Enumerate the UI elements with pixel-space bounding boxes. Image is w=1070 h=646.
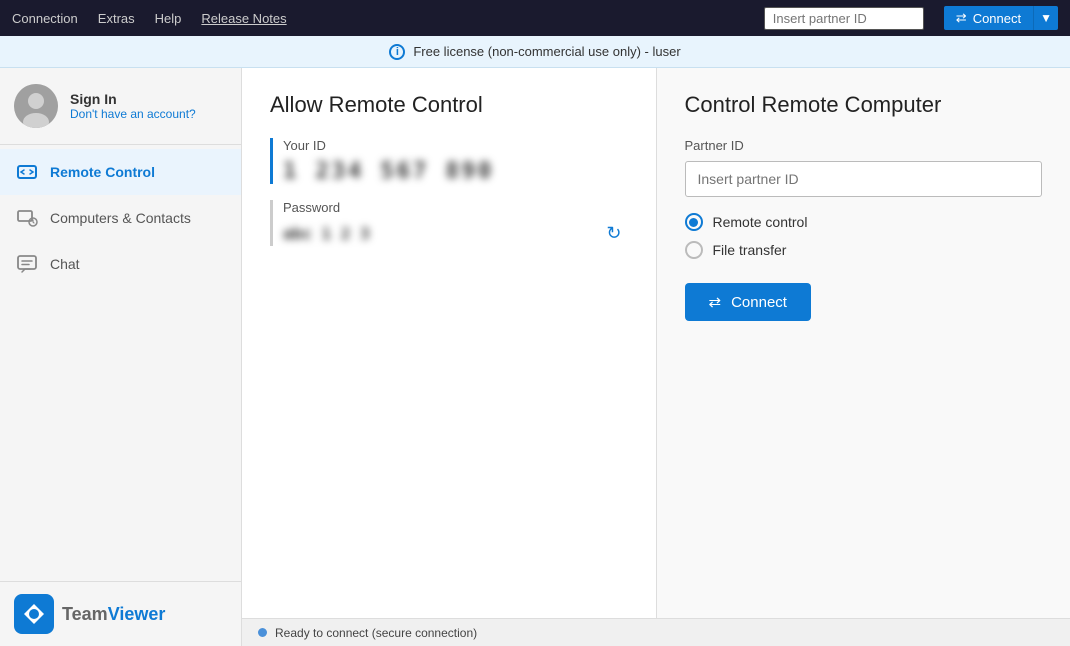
chat-icon (16, 253, 38, 275)
your-id-section: Your ID 1 234 567 890 (270, 138, 628, 184)
panels: Allow Remote Control Your ID 1 234 567 8… (242, 68, 1070, 618)
menu-extras[interactable]: Extras (98, 11, 135, 26)
radio-remote-control-circle (685, 213, 703, 231)
menu-help[interactable]: Help (155, 11, 182, 26)
no-account-text[interactable]: Don't have an account? (70, 107, 196, 121)
partner-id-label: Partner ID (685, 138, 1043, 153)
computers-contacts-icon (16, 207, 38, 229)
connect-arrow-icon: ⇄ (709, 293, 722, 311)
password-value: abc 1 2 3 (283, 224, 370, 243)
status-dot (258, 628, 267, 637)
your-id-value: 1 234 567 890 (283, 159, 628, 184)
password-label: Password (283, 200, 628, 215)
your-id-label: Your ID (283, 138, 628, 153)
sidebar: Sign In Don't have an account? Remote Co… (0, 68, 242, 646)
control-remote-computer-panel: Control Remote Computer Partner ID Remot… (657, 68, 1070, 618)
allow-remote-control-panel: Allow Remote Control Your ID 1 234 567 8… (242, 68, 657, 618)
remote-control-icon (16, 161, 38, 183)
logo-team: Team (62, 604, 108, 624)
header-connect-button[interactable]: ⇄ Connect (944, 6, 1033, 30)
radio-remote-control-label: Remote control (713, 214, 808, 230)
connect-button[interactable]: ⇄ Connect (685, 283, 811, 321)
header-connect-arrow-icon: ⇄ (956, 10, 967, 26)
connection-type-group: Remote control File transfer (685, 213, 1043, 259)
partner-id-input[interactable] (685, 161, 1043, 197)
header-partner-id-input[interactable] (764, 7, 924, 30)
profile-text: Sign In Don't have an account? (70, 91, 196, 121)
radio-file-transfer-label: File transfer (713, 242, 787, 258)
avatar (14, 84, 58, 128)
info-icon: i (389, 44, 405, 60)
status-bar: Ready to connect (secure connection) (242, 618, 1070, 646)
sidebar-item-chat[interactable]: Chat (0, 241, 241, 287)
password-inner: abc 1 2 3 ↻ (283, 221, 628, 246)
header-connect-group: ⇄ Connect ▼ (944, 6, 1058, 30)
password-section: Password abc 1 2 3 ↻ (270, 200, 628, 246)
radio-file-transfer-circle (685, 241, 703, 259)
main-layout: Sign In Don't have an account? Remote Co… (0, 68, 1070, 646)
sidebar-profile: Sign In Don't have an account? (0, 68, 241, 145)
radio-remote-control[interactable]: Remote control (685, 213, 1043, 231)
sidebar-item-remote-control[interactable]: Remote Control (0, 149, 241, 195)
remote-control-label: Remote Control (50, 164, 155, 180)
connect-label: Connect (731, 294, 787, 311)
sidebar-nav: Remote Control Computers & Contacts (0, 145, 241, 287)
license-text: Free license (non-commercial use only) -… (413, 44, 680, 59)
computers-contacts-label: Computers & Contacts (50, 210, 191, 226)
refresh-password-button[interactable]: ↻ (600, 221, 627, 246)
header-connect-dropdown[interactable]: ▼ (1033, 6, 1058, 30)
content-area: Allow Remote Control Your ID 1 234 567 8… (242, 68, 1070, 646)
sign-in-text[interactable]: Sign In (70, 91, 196, 107)
teamviewer-logo-icon (14, 594, 54, 634)
radio-file-transfer[interactable]: File transfer (685, 241, 1043, 259)
status-text: Ready to connect (secure connection) (275, 626, 477, 640)
menu-connection[interactable]: Connection (12, 11, 78, 26)
teamviewer-logo-text: TeamViewer (62, 604, 165, 625)
license-banner: i Free license (non-commercial use only)… (0, 36, 1070, 68)
menu-release-notes[interactable]: Release Notes (201, 11, 286, 26)
chat-label: Chat (50, 256, 80, 272)
sidebar-footer: TeamViewer (0, 581, 241, 646)
logo-viewer: Viewer (108, 604, 166, 624)
sidebar-item-computers-contacts[interactable]: Computers & Contacts (0, 195, 241, 241)
menu-bar: Connection Extras Help Release Notes ⇄ C… (0, 0, 1070, 36)
allow-panel-title: Allow Remote Control (270, 92, 628, 118)
control-panel-title: Control Remote Computer (685, 92, 1043, 118)
refresh-icon: ↻ (606, 223, 621, 243)
